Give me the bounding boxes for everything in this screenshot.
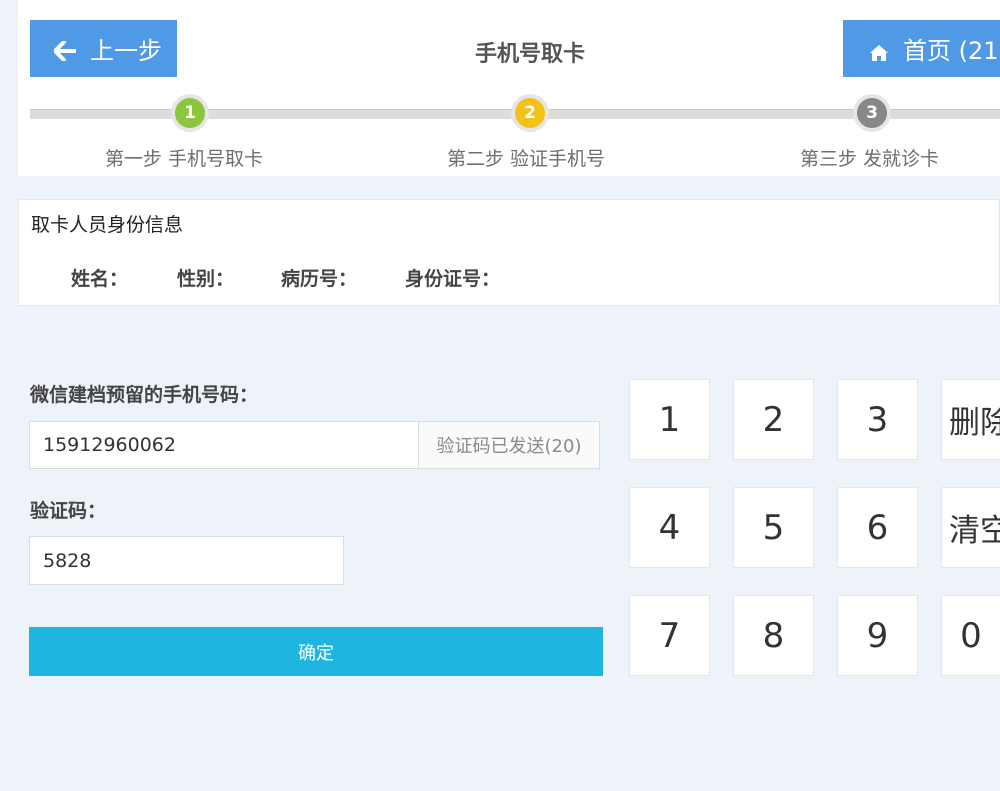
gender-label: 性别： <box>177 268 235 290</box>
delete-key[interactable]: 删除 <box>941 379 1000 460</box>
step-1-label: 第一步 手机号取卡 <box>105 148 264 170</box>
identity-panel-title: 取卡人员身份信息 <box>31 214 184 236</box>
home-button[interactable]: 首页 (219 <box>843 20 1000 77</box>
key-7[interactable]: 7 <box>629 595 710 676</box>
id-number-label: 身份证号： <box>405 268 501 290</box>
key-6[interactable]: 6 <box>837 487 918 568</box>
phone-label: 微信建档预留的手机号码： <box>30 384 259 406</box>
home-button-label: 首页 (219 <box>903 37 1000 65</box>
sms-status-button[interactable]: 验证码已发送(20) <box>418 421 600 469</box>
record-number-label: 病历号： <box>281 268 358 290</box>
step-3-indicator: 3 <box>853 94 891 132</box>
confirm-button[interactable]: 确定 <box>29 627 603 676</box>
key-9[interactable]: 9 <box>837 595 918 676</box>
name-label: 姓名： <box>71 268 129 290</box>
key-1[interactable]: 1 <box>629 379 710 460</box>
code-label: 验证码： <box>30 500 107 522</box>
key-4[interactable]: 4 <box>629 487 710 568</box>
key-3[interactable]: 3 <box>837 379 918 460</box>
step-2-indicator: 2 <box>511 94 549 132</box>
step-2-label: 第二步 验证手机号 <box>447 148 606 170</box>
step-3-label: 第三步 发就诊卡 <box>800 148 940 170</box>
code-input[interactable]: 5828 <box>29 536 344 585</box>
key-2[interactable]: 2 <box>733 379 814 460</box>
phone-input[interactable]: 15912960062 <box>29 421 419 469</box>
step-1-indicator: 1 <box>171 94 209 132</box>
key-5[interactable]: 5 <box>733 487 814 568</box>
identity-panel: 取卡人员身份信息 姓名： 性别： 病历号： 身份证号： <box>18 199 1000 306</box>
key-0[interactable]: 0 <box>941 595 1000 676</box>
key-8[interactable]: 8 <box>733 595 814 676</box>
clear-key[interactable]: 清空 <box>941 487 1000 568</box>
home-icon <box>869 40 889 61</box>
